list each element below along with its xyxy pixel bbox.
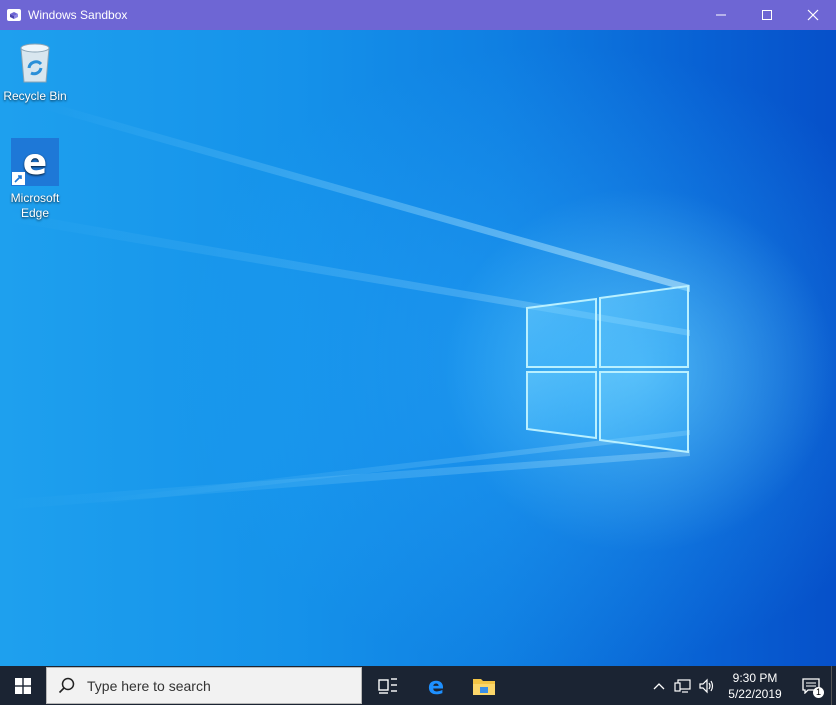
system-tray: 9:30 PM 5/22/2019 1 — [647, 666, 836, 705]
network-button[interactable] — [671, 666, 695, 705]
recycle-bin-label: Recycle Bin — [3, 89, 67, 103]
desktop-icon-recycle-bin[interactable]: Recycle Bin — [0, 38, 70, 104]
maximize-button[interactable] — [744, 0, 790, 30]
taskbar: Type here to search e 9:30 PM 5/22/2019 … — [0, 666, 836, 705]
close-button[interactable] — [790, 0, 836, 30]
desktop-icon-microsoft-edge[interactable]: e Microsoft Edge — [0, 138, 70, 221]
edge-label-line2: Edge — [20, 206, 50, 220]
maximize-icon — [762, 10, 772, 20]
task-view-button[interactable] — [364, 666, 412, 705]
edge-icon: e — [428, 674, 444, 698]
file-explorer-icon — [473, 678, 495, 695]
clock-date: 5/22/2019 — [728, 686, 782, 701]
taskbar-file-explorer-button[interactable] — [460, 666, 508, 705]
desktop-background[interactable]: Recycle Bin e Microsoft Edge — [0, 30, 836, 666]
edge-shortcut-icon: e — [11, 138, 59, 186]
action-center-button[interactable]: 1 — [791, 666, 831, 705]
search-placeholder: Type here to search — [87, 677, 211, 694]
sandbox-app-icon — [7, 9, 21, 21]
clock-time: 9:30 PM — [732, 670, 778, 685]
show-hidden-icons-button[interactable] — [647, 666, 671, 705]
taskbar-search-box[interactable]: Type here to search — [46, 667, 362, 704]
volume-button[interactable] — [695, 666, 719, 705]
windows-logo-graphic — [526, 284, 689, 454]
network-icon — [674, 678, 691, 693]
start-button[interactable] — [0, 666, 46, 705]
search-icon — [47, 677, 87, 695]
minimize-button[interactable] — [698, 0, 744, 30]
chevron-up-icon — [653, 682, 665, 689]
window-title: Windows Sandbox — [28, 8, 128, 22]
svg-text:e: e — [23, 142, 47, 183]
taskbar-clock[interactable]: 9:30 PM 5/22/2019 — [725, 670, 785, 702]
show-desktop-button[interactable] — [831, 666, 836, 705]
volume-icon — [699, 678, 714, 693]
minimize-icon — [716, 14, 726, 16]
svg-text:e: e — [428, 674, 444, 698]
window-controls — [698, 0, 836, 30]
window-titlebar[interactable]: Windows Sandbox — [0, 0, 836, 30]
taskbar-edge-button[interactable]: e — [412, 666, 460, 705]
close-icon — [807, 9, 819, 21]
task-view-icon — [378, 677, 397, 694]
recycle-bin-icon — [20, 43, 50, 83]
notification-count-badge: 1 — [813, 687, 824, 698]
edge-label-line1: Microsoft — [10, 191, 60, 205]
windows-start-icon — [15, 677, 31, 694]
